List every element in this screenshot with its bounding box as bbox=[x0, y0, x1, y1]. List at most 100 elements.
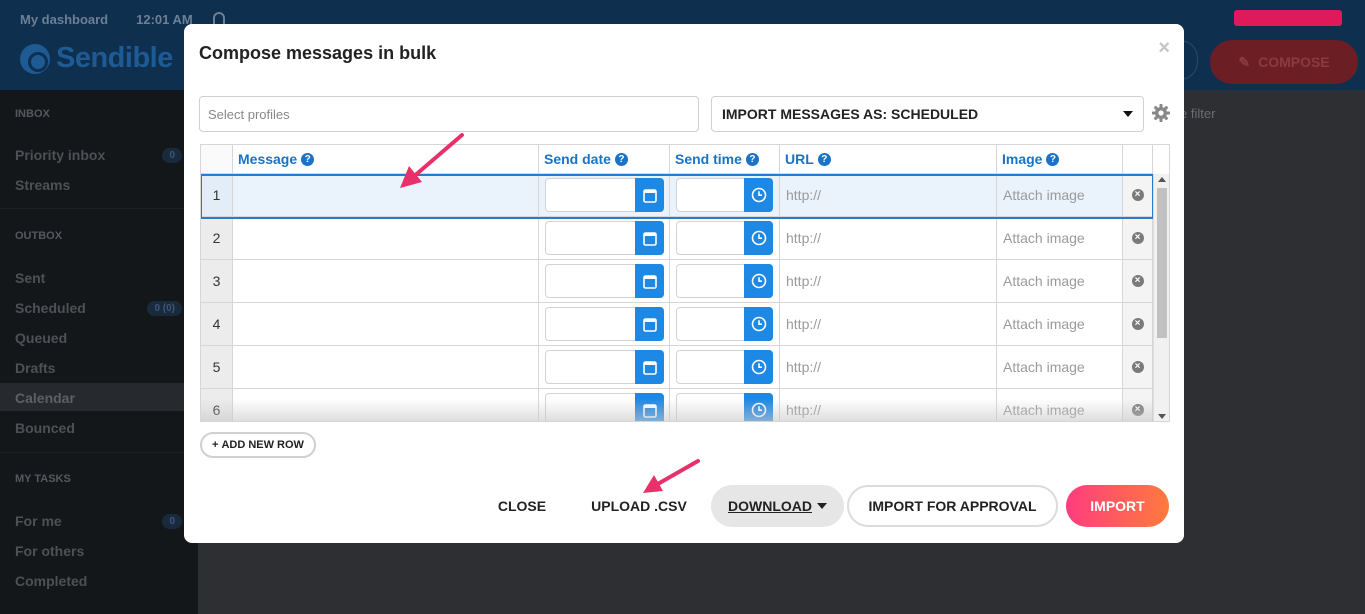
calendar-icon[interactable] bbox=[635, 350, 664, 384]
attach-image-cell[interactable]: Attach image bbox=[997, 389, 1123, 421]
filter-placeholder: e filter bbox=[1180, 106, 1216, 121]
sidebar-item-for-others[interactable]: For others bbox=[15, 543, 84, 559]
scroll-up-icon[interactable] bbox=[1158, 177, 1166, 182]
send-date-input[interactable] bbox=[545, 350, 664, 384]
sidebar-item-priority-inbox[interactable]: Priority inbox bbox=[15, 147, 105, 163]
url-cell[interactable]: http:// bbox=[780, 260, 997, 303]
scroll-down-icon[interactable] bbox=[1158, 414, 1166, 419]
table-row: 3 http:// Attach image × bbox=[201, 260, 1153, 303]
row-number: 5 bbox=[201, 346, 233, 389]
grid-scrollbar[interactable] bbox=[1153, 174, 1169, 421]
table-row: 4 http:// Attach image × bbox=[201, 303, 1153, 346]
gear-icon[interactable] bbox=[1151, 103, 1171, 123]
calendar-icon[interactable] bbox=[635, 178, 664, 212]
clock-icon[interactable] bbox=[744, 264, 773, 298]
calendar-icon[interactable] bbox=[635, 307, 664, 341]
calendar-icon[interactable] bbox=[635, 264, 664, 298]
help-icon[interactable]: ? bbox=[1046, 152, 1060, 166]
clock-icon[interactable] bbox=[744, 221, 773, 255]
attach-image-cell[interactable]: Attach image bbox=[997, 174, 1123, 217]
message-cell[interactable] bbox=[233, 260, 539, 303]
messages-grid: Message ? Send date ? Send time ? URL ? … bbox=[200, 144, 1170, 422]
url-cell[interactable]: http:// bbox=[780, 346, 997, 389]
scrollbar-thumb[interactable] bbox=[1157, 188, 1167, 338]
clock-icon[interactable] bbox=[744, 178, 773, 212]
send-time-cell bbox=[670, 260, 780, 303]
import-as-dropdown[interactable]: IMPORT MESSAGES AS: SCHEDULED bbox=[711, 96, 1144, 132]
download-button[interactable]: DOWNLOAD bbox=[711, 485, 844, 527]
compose-button[interactable]: ✎ COMPOSE bbox=[1210, 40, 1358, 84]
attach-image-cell[interactable]: Attach image bbox=[997, 346, 1123, 389]
delete-row-button[interactable]: × bbox=[1123, 260, 1153, 303]
row-number: 3 bbox=[201, 260, 233, 303]
add-new-row-button[interactable]: + ADD NEW ROW bbox=[200, 432, 316, 458]
send-time-input[interactable] bbox=[676, 393, 773, 421]
close-circle-icon: × bbox=[1131, 232, 1144, 244]
delete-row-button[interactable]: × bbox=[1123, 346, 1153, 389]
logo-mark-icon bbox=[20, 43, 50, 74]
url-cell[interactable]: http:// bbox=[780, 389, 997, 421]
send-date-input[interactable] bbox=[545, 307, 664, 341]
delete-row-button[interactable]: × bbox=[1123, 389, 1153, 421]
sidebar-item-sent[interactable]: Sent bbox=[15, 270, 45, 286]
calendar-icon[interactable] bbox=[635, 393, 664, 421]
message-cell[interactable] bbox=[233, 389, 539, 421]
help-icon[interactable]: ? bbox=[745, 152, 759, 166]
calendar-icon[interactable] bbox=[635, 221, 664, 255]
clock-icon[interactable] bbox=[744, 350, 773, 384]
sidebar-item-drafts[interactable]: Drafts bbox=[15, 360, 55, 376]
send-time-input[interactable] bbox=[676, 221, 773, 255]
import-button[interactable]: IMPORT bbox=[1066, 485, 1169, 527]
sidebar-item-scheduled[interactable]: Scheduled bbox=[15, 300, 86, 316]
sidebar-item-for-me[interactable]: For me bbox=[15, 513, 62, 529]
send-date-input[interactable] bbox=[545, 264, 664, 298]
send-date-input[interactable] bbox=[545, 221, 664, 255]
clock-icon[interactable] bbox=[744, 307, 773, 341]
sidebar: INBOX Priority inbox 0 Streams OUTBOX Se… bbox=[0, 90, 198, 614]
sidebar-item-calendar[interactable]: Calendar bbox=[15, 390, 75, 406]
sidebar-item-streams[interactable]: Streams bbox=[15, 177, 70, 193]
compose-label: COMPOSE bbox=[1258, 54, 1330, 70]
sidebar-item-bounced[interactable]: Bounced bbox=[15, 420, 75, 436]
clock-icon[interactable] bbox=[744, 393, 773, 421]
send-time-input[interactable] bbox=[676, 350, 773, 384]
send-time-input[interactable] bbox=[676, 178, 773, 212]
sidebar-heading-outbox: OUTBOX bbox=[15, 230, 63, 242]
send-time-cell bbox=[670, 174, 780, 217]
message-cell[interactable] bbox=[233, 346, 539, 389]
brand-name: Sendible bbox=[56, 42, 173, 74]
select-profiles-input[interactable] bbox=[199, 96, 699, 132]
message-cell[interactable] bbox=[233, 303, 539, 346]
send-date-input[interactable] bbox=[545, 178, 664, 212]
column-label: Send time bbox=[675, 151, 742, 167]
brand-logo[interactable]: Sendible bbox=[20, 42, 173, 75]
send-time-input[interactable] bbox=[676, 307, 773, 341]
url-cell[interactable]: http:// bbox=[780, 217, 997, 260]
upload-csv-button[interactable]: UPLOAD .CSV bbox=[584, 485, 694, 527]
sidebar-item-queued[interactable]: Queued bbox=[15, 330, 67, 346]
close-icon[interactable]: × bbox=[1158, 38, 1170, 58]
delete-row-button[interactable]: × bbox=[1123, 217, 1153, 260]
help-icon[interactable]: ? bbox=[817, 152, 831, 166]
message-cell[interactable] bbox=[233, 174, 539, 217]
attach-image-cell[interactable]: Attach image bbox=[997, 260, 1123, 303]
attach-image-cell[interactable]: Attach image bbox=[997, 303, 1123, 346]
attach-image-cell[interactable]: Attach image bbox=[997, 217, 1123, 260]
url-cell[interactable]: http:// bbox=[780, 174, 997, 217]
url-cell[interactable]: http:// bbox=[780, 303, 997, 346]
help-icon[interactable]: ? bbox=[614, 152, 628, 166]
sidebar-item-completed[interactable]: Completed bbox=[15, 573, 87, 589]
table-row: 6 http:// Attach image × bbox=[201, 389, 1153, 421]
delete-row-button[interactable]: × bbox=[1123, 303, 1153, 346]
help-icon[interactable]: ? bbox=[301, 152, 315, 166]
row-number: 2 bbox=[201, 217, 233, 260]
send-time-cell bbox=[670, 303, 780, 346]
import-for-approval-button[interactable]: IMPORT FOR APPROVAL bbox=[847, 485, 1058, 527]
dashboard-selector[interactable]: My dashboard bbox=[20, 12, 108, 27]
send-date-input[interactable] bbox=[545, 393, 664, 421]
close-button[interactable]: CLOSE bbox=[484, 485, 560, 527]
column-header-send-date: Send date ? bbox=[539, 145, 670, 174]
message-cell[interactable] bbox=[233, 217, 539, 260]
send-time-input[interactable] bbox=[676, 264, 773, 298]
delete-row-button[interactable]: × bbox=[1123, 174, 1153, 217]
